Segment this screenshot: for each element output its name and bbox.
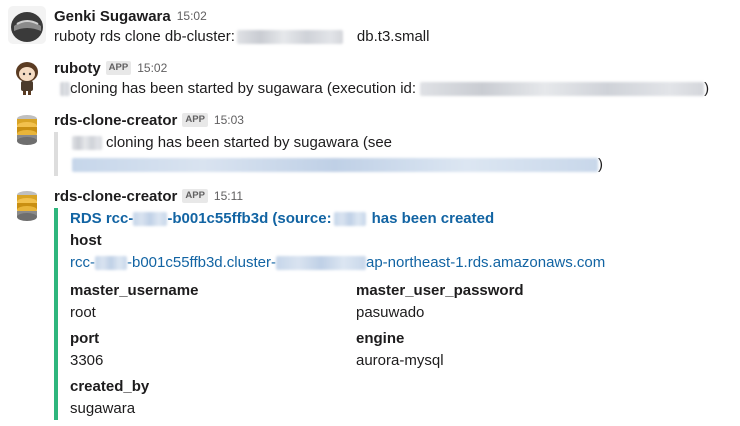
- field-master-user-password: master_user_password pasuwado: [356, 280, 642, 324]
- host-part: ap-northeast-1.rds.amazonaws.com: [365, 254, 606, 271]
- redacted-text: [133, 212, 168, 227]
- app-badge: APP: [182, 113, 208, 127]
- attachment-title[interactable]: RDS rcc- -b001c55ffb3d (source: has been c…: [70, 208, 734, 230]
- message-text-main: cloning has been started by sugawara (ex…: [70, 80, 417, 97]
- message-text: cloning has been started by sugawara (ex…: [54, 78, 734, 100]
- sender-name[interactable]: Genki Sugawara: [54, 8, 171, 25]
- app-badge: APP: [182, 189, 208, 203]
- redacted-text: [420, 82, 705, 97]
- avatar-database-icon[interactable]: [8, 110, 46, 148]
- host-link[interactable]: rcc- -b001c55ffb3d.cluster-ap-northeast-1…: [70, 252, 734, 274]
- message-text-close: ): [704, 80, 710, 97]
- title-part: -b001c55ffb3d (source:: [167, 210, 332, 227]
- quote-text: cloning has been started by sugawara (se…: [72, 132, 734, 154]
- field-engine: engine aurora-mysql: [356, 328, 642, 372]
- redacted-text: [95, 256, 127, 271]
- title-part: has been created: [371, 210, 495, 227]
- sender-name[interactable]: rds-clone-creator: [54, 188, 177, 205]
- redacted-text: [275, 256, 366, 271]
- title-part: RDS rcc-: [70, 210, 134, 227]
- field-label: created_by: [70, 378, 150, 395]
- timestamp[interactable]: 15:02: [137, 61, 167, 75]
- app-badge: APP: [105, 61, 132, 75]
- sender-name[interactable]: rds-clone-creator: [54, 112, 177, 129]
- attachment-fields: master_username root master_user_passwor…: [70, 280, 734, 420]
- redacted-text: [60, 82, 70, 97]
- field-label: port: [70, 330, 100, 347]
- timestamp[interactable]: 15:03: [214, 113, 244, 127]
- field-value: aurora-mysql: [356, 352, 444, 369]
- field-value: 3306: [70, 352, 104, 369]
- redacted-text: [72, 136, 102, 151]
- field-value: sugawara: [70, 400, 136, 417]
- quote-text-main: cloning has been started by sugawara (se…: [106, 134, 393, 151]
- host-part: rcc-: [70, 254, 95, 271]
- avatar-helmet-icon[interactable]: [8, 6, 46, 44]
- redacted-link[interactable]: [72, 158, 598, 173]
- timestamp[interactable]: 15:11: [214, 189, 243, 203]
- host-label: host: [70, 232, 102, 249]
- field-label: engine: [356, 330, 405, 347]
- message-text-prefix: ruboty rds clone db-cluster:: [54, 28, 235, 45]
- message-text-suffix: db.t3.small: [356, 28, 430, 45]
- timestamp[interactable]: 15:02: [177, 9, 207, 23]
- avatar-database-icon[interactable]: [8, 186, 46, 224]
- quote-block: cloning has been started by sugawara (se…: [54, 132, 734, 176]
- sender-name[interactable]: ruboty: [54, 60, 101, 77]
- avatar-anime-girl-icon[interactable]: [8, 58, 46, 96]
- quote-text-close: ): [598, 156, 603, 173]
- field-value: pasuwado: [356, 304, 425, 321]
- field-master-username: master_username root: [70, 280, 356, 324]
- field-label: master_user_password: [356, 282, 524, 299]
- field-value: root: [70, 304, 96, 321]
- field-created-by: created_by sugawara: [70, 376, 356, 420]
- host-part: -b001c55ffb3d.cluster-: [127, 254, 276, 271]
- redacted-text: [236, 30, 343, 45]
- attachment-card: RDS rcc- -b001c55ffb3d (source: has been c…: [54, 208, 734, 420]
- quote-link-line: ): [72, 154, 734, 176]
- field-label: master_username: [70, 282, 199, 299]
- redacted-text: [333, 212, 366, 227]
- message-text: ruboty rds clone db-cluster: db.t3.small: [54, 26, 734, 48]
- field-port: port 3306: [70, 328, 356, 372]
